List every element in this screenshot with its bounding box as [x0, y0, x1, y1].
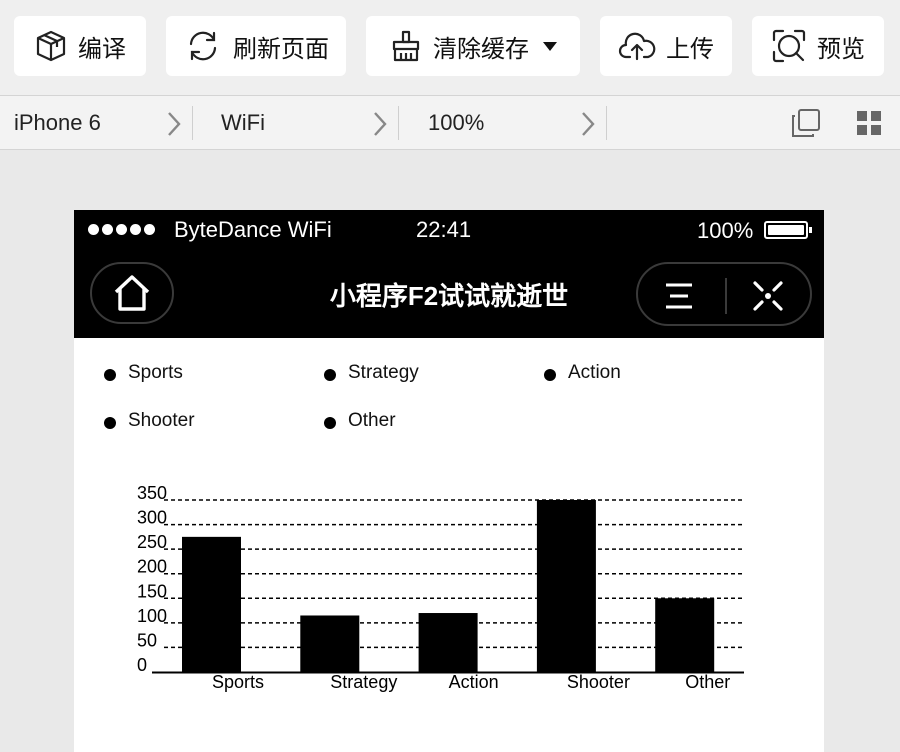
cloud-upload-icon [618, 32, 656, 61]
carrier-name: ByteDance WiFi [174, 217, 332, 242]
clock: 22:41 [416, 217, 472, 242]
network-select[interactable]: WiFi [221, 96, 265, 150]
y-tick-label: 250 [137, 532, 167, 552]
preview-icon [772, 29, 806, 63]
zoom-label: 100% [428, 110, 485, 135]
broom-icon [392, 30, 420, 62]
nav-bar: 小程序F2试试就逝世 [74, 250, 824, 338]
capsule-menu [636, 262, 812, 326]
toolbar: 编译 刷新页面 清除缓存 上传 预览 [0, 0, 900, 96]
clear-cache-label: 清除缓存 [433, 35, 529, 63]
zoom-select[interactable]: 100% [428, 96, 484, 150]
chevron-right-icon[interactable] [166, 111, 182, 137]
package-icon [36, 30, 66, 62]
menu-icon[interactable] [664, 282, 694, 310]
preview-label: 预览 [817, 35, 865, 63]
refresh-button[interactable]: 刷新页面 [166, 16, 346, 76]
bar-action [418, 613, 478, 672]
bar-strategy [300, 615, 360, 672]
device-bar: iPhone 6 WiFi 100% [0, 96, 900, 150]
bar-other [655, 598, 715, 672]
copy-icon[interactable] [790, 108, 822, 138]
y-tick-label: 350 [137, 483, 167, 503]
y-tick-label: 300 [137, 508, 167, 528]
y-tick-label: 100 [137, 606, 167, 626]
refresh-label: 刷新页面 [233, 35, 329, 63]
refresh-icon [189, 31, 217, 61]
y-tick-label: 50 [137, 630, 157, 650]
upload-button[interactable]: 上传 [600, 16, 732, 76]
battery-icon [764, 221, 812, 239]
chevron-down-icon [543, 41, 557, 51]
device-select[interactable]: iPhone 6 [14, 96, 101, 150]
y-tick-label: 150 [137, 581, 167, 601]
device-label: iPhone 6 [14, 110, 101, 135]
phone-simulator: ByteDance WiFi 22:41 100% 小程序F2试试就逝世 Spo… [74, 210, 824, 752]
battery-percent: 100% [697, 218, 754, 243]
x-tick-label: Other [685, 672, 730, 692]
divider [606, 106, 607, 140]
status-bar: ByteDance WiFi 22:41 100% [74, 210, 824, 250]
close-icon[interactable] [752, 280, 784, 312]
network-label: WiFi [221, 110, 265, 135]
x-tick-label: Shooter [567, 672, 630, 692]
signal-icon [88, 224, 155, 235]
clear-cache-button[interactable]: 清除缓存 [366, 16, 580, 76]
bar-chart: 0 50 100 150 200 250 300 350 Sports Strategy Actio… [137, 483, 744, 692]
divider [398, 106, 399, 140]
x-tick-label: Sports [212, 672, 264, 692]
y-tick-label: 200 [137, 557, 167, 577]
chevron-right-icon[interactable] [372, 111, 388, 137]
preview-button[interactable]: 预览 [752, 16, 884, 76]
compile-button[interactable]: 编译 [14, 16, 146, 76]
bar-sports [182, 536, 241, 672]
x-tick-label: Action [449, 672, 499, 692]
x-tick-label: Strategy [330, 672, 397, 692]
chevron-right-icon[interactable] [580, 111, 596, 137]
compile-label: 编译 [78, 35, 126, 63]
upload-label: 上传 [666, 35, 714, 63]
bar-shooter [536, 500, 596, 672]
y-tick-label: 0 [137, 655, 147, 675]
capsule-divider [725, 278, 727, 314]
grid-icon[interactable] [856, 110, 882, 136]
divider [192, 106, 193, 140]
